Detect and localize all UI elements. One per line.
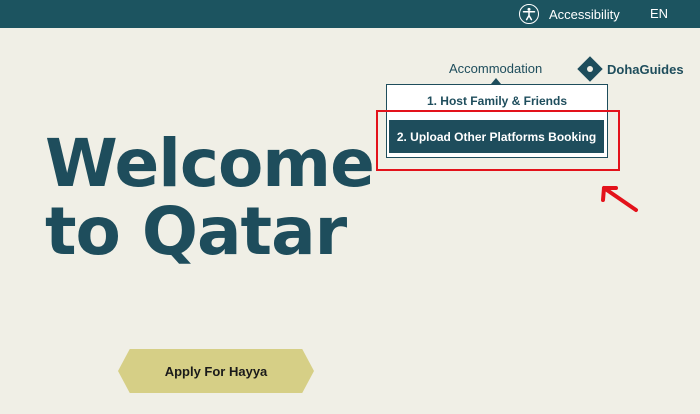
annotation-highlight-box [376,110,620,171]
accessibility-label: Accessibility [549,6,620,22]
hero-title: Welcome to Qatar [45,130,375,266]
accessibility-icon [519,4,539,24]
doha-guides-label: DohaGuides [607,61,684,77]
hero-title-line1: Welcome [45,125,375,202]
hero-title-line2: to Qatar [45,193,347,270]
nav-accommodation[interactable]: Accommodation [449,61,542,76]
apply-for-hayya-button[interactable]: Apply For Hayya [118,349,314,393]
accessibility-button[interactable]: Accessibility [519,2,620,26]
doha-guides-link[interactable]: DohaGuides [577,56,684,82]
dropdown-item-host-family[interactable]: 1. Host Family & Friends [387,94,607,108]
top-bar: Accessibility EN [0,0,700,28]
doha-guides-logo-icon [577,56,603,82]
language-selector[interactable]: EN [650,6,668,21]
annotation-arrow-icon [601,186,638,212]
